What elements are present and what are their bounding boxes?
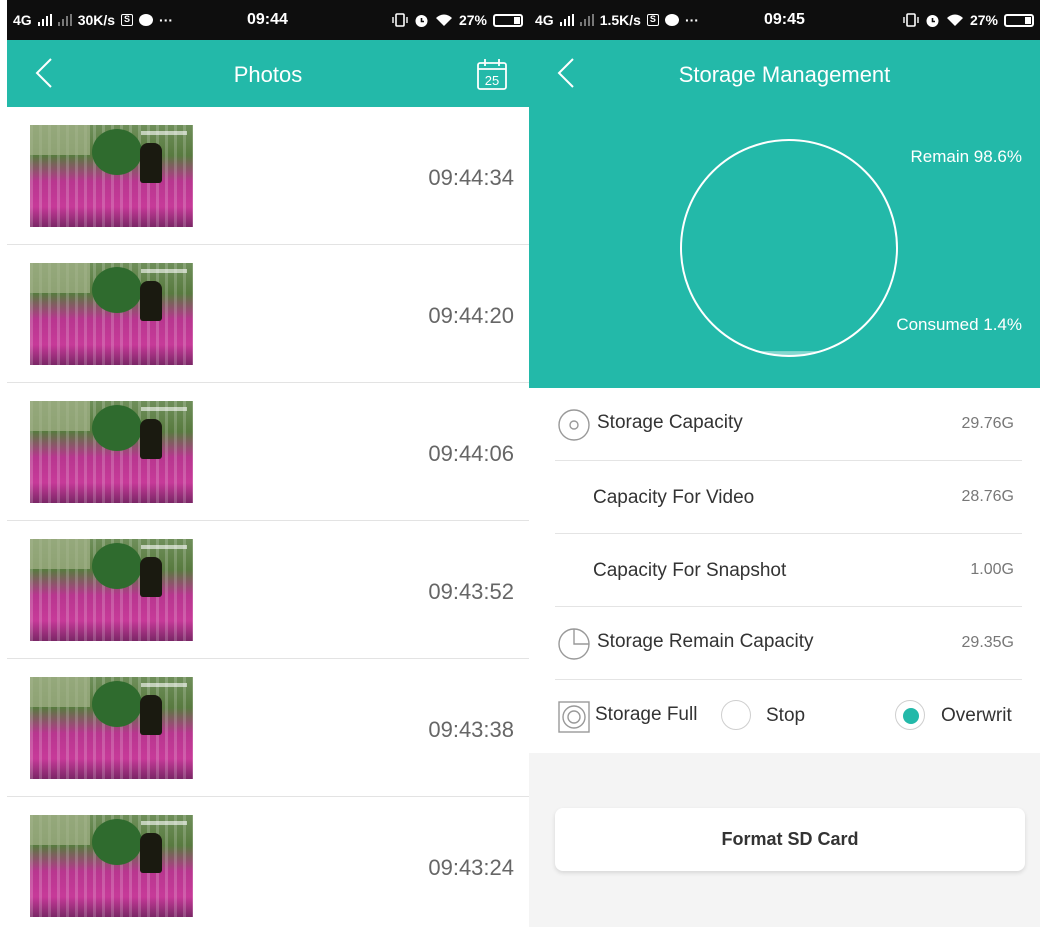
clock: 09:44 [247,11,288,28]
battery-icon [1004,13,1034,27]
format-sd-card-button[interactable]: Format SD Card [555,808,1025,871]
storage-full-row: Storage Full Stop Overwrit [529,680,1040,753]
photo-thumbnail[interactable] [30,263,193,365]
photo-thumbnail[interactable] [30,125,193,227]
alarm-icon [415,14,428,27]
page-title: Storage Management [678,62,891,87]
remain-capacity-row: Storage Remain Capacity 29.35G [529,607,1040,680]
photos-header: Photos 25 [7,40,529,107]
signal-icon [559,14,574,26]
sim-icon: S [646,14,659,26]
status-left: 4G 1.5K/s S ··· [535,12,699,28]
row-value: 29.76G [961,415,1014,432]
stop-radio[interactable] [721,700,751,730]
photo-item[interactable]: 09:44:20 [7,245,529,383]
photo-thumbnail[interactable] [30,677,193,779]
network-speed: 30K/s [77,12,116,28]
chat-icon [139,14,154,26]
consumed-label: Consumed 1.4% [896,315,1022,334]
photo-time: 09:44:20 [428,303,514,328]
photo-time: 09:43:52 [428,579,514,604]
status-right: 27% [392,12,523,28]
status-right: 27% [903,12,1034,28]
battery-percent: 27% [969,12,998,28]
sim-icon: S [121,14,134,26]
storage-chart: Remain 98.6% Consumed 1.4% [529,107,1040,388]
snapshot-capacity-row: Capacity For Snapshot 1.00G [529,534,1040,607]
photo-time: 09:44:34 [428,165,514,190]
photo-list: 09:44:34 09:44:20 09:44:06 09:43:52 09:4… [7,107,529,927]
page-title: Photos [233,62,303,87]
signal-icon [37,14,52,26]
photo-thumbnail[interactable] [30,815,193,917]
status-bar: 4G 1.5K/s S ··· 09:45 27% [529,0,1040,40]
row-value: 28.76G [961,488,1014,505]
photo-time: 09:43:38 [428,717,514,742]
pie-chart-icon [558,628,590,660]
network-speed: 1.5K/s [599,12,641,28]
photo-item[interactable]: 09:44:06 [7,383,529,521]
photo-item[interactable]: 09:43:38 [7,659,529,797]
clock: 09:45 [764,11,805,28]
storage-full-icon [558,701,590,733]
row-label: Capacity For Video [593,487,755,508]
storage-full-label: Storage Full [595,704,698,725]
row-label: Storage Remain Capacity [597,631,814,652]
photos-screen: 4G 30K/s S ··· 09:44 27% Photos 25 09:44… [7,0,529,927]
stop-label[interactable]: Stop [766,705,805,727]
photo-thumbnail[interactable] [30,539,193,641]
vibrate-icon [392,13,408,27]
video-capacity-row: Capacity For Video 28.76G [529,461,1040,534]
battery-icon [493,13,523,27]
storage-capacity-row: Storage Capacity 29.76G [529,388,1040,461]
row-label: Capacity For Snapshot [593,560,787,581]
chat-icon [664,14,679,26]
storage-header: Storage Management [529,40,1040,107]
overwrite-radio[interactable] [895,700,925,730]
row-value: 1.00G [970,561,1014,578]
row-value: 29.35G [961,634,1014,651]
network-type: 4G [535,12,554,28]
more-notifications: ··· [159,12,174,28]
vibrate-icon [903,13,919,27]
battery-percent: 27% [458,12,487,28]
wifi-icon [435,14,452,26]
overwrite-label[interactable]: Overwrit [941,705,1012,727]
photo-time: 09:43:24 [428,855,514,880]
signal-2-icon [579,14,594,26]
network-type: 4G [13,12,32,28]
photo-time: 09:44:06 [428,441,514,466]
wifi-icon [946,14,963,26]
more-notifications: ··· [684,12,699,28]
remain-label: Remain 98.6% [910,147,1022,166]
storage-screen: 4G 1.5K/s S ··· 09:45 27% Storage Manage… [529,0,1040,927]
photo-item[interactable]: 09:43:52 [7,521,529,659]
calendar-icon[interactable]: 25 [475,57,509,91]
status-bar: 4G 30K/s S ··· 09:44 27% [7,0,529,40]
photo-item[interactable]: 09:44:34 [7,107,529,245]
calendar-day: 25 [485,73,499,88]
storage-info-list: Storage Capacity 29.76G Capacity For Vid… [529,388,1040,753]
status-left: 4G 30K/s S ··· [13,12,173,28]
disc-icon [558,409,590,441]
row-label: Storage Capacity [597,412,743,433]
photo-thumbnail[interactable] [30,401,193,503]
photo-item[interactable]: 09:43:24 [7,797,529,927]
alarm-icon [926,14,939,27]
signal-2-icon [57,14,72,26]
remain-circle [680,139,898,357]
